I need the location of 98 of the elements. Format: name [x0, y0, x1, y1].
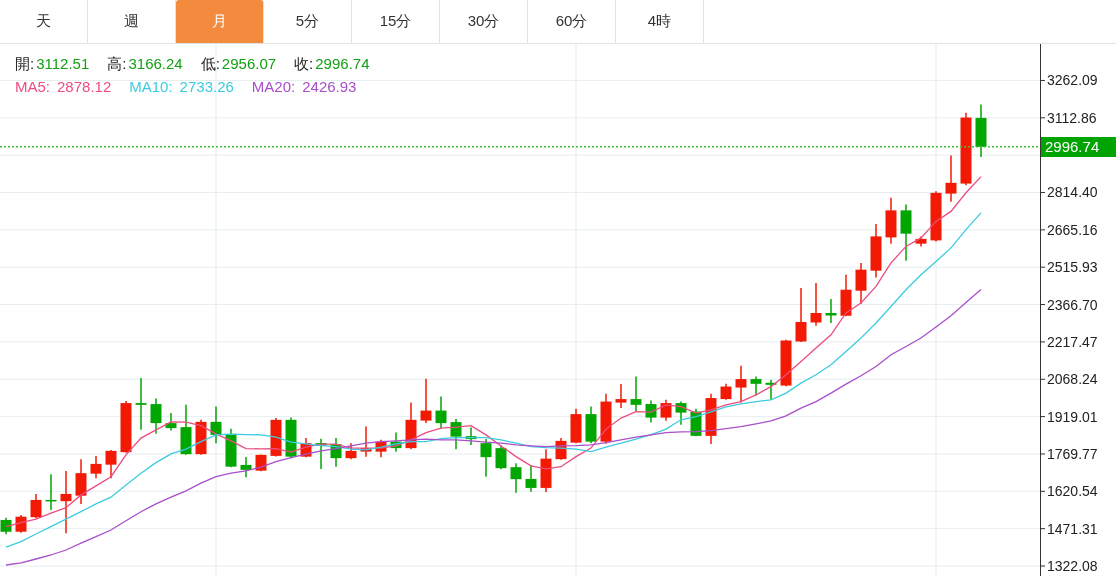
- candlestick: [720, 383, 732, 401]
- price-axis-label: 1322.08: [1047, 558, 1098, 574]
- candlestick: [60, 470, 72, 534]
- candlestick: [165, 412, 177, 432]
- ohlc-label: 收:: [294, 54, 314, 74]
- period-tab[interactable]: 60分: [528, 0, 616, 43]
- price-axis-label: 2814.40: [1047, 184, 1098, 201]
- price-axis-label: 2366.70: [1047, 296, 1098, 313]
- candlestick: [945, 154, 957, 203]
- candlestick: [555, 437, 567, 461]
- candlestick: [735, 365, 747, 404]
- candlestick: [975, 103, 987, 158]
- candlestick: [150, 397, 162, 435]
- candlestick: [30, 493, 42, 519]
- candlestick: [645, 399, 657, 424]
- candlestick: [120, 400, 132, 454]
- candlestick: [795, 287, 807, 343]
- candlestick: [570, 408, 582, 444]
- price-axis-label: 2068.24: [1047, 371, 1098, 388]
- candlestick: [780, 339, 792, 388]
- price-axis-label: 3112.86: [1047, 109, 1097, 126]
- candlestick: [630, 375, 642, 413]
- period-tab[interactable]: 天: [0, 0, 88, 43]
- candlestick: [840, 273, 852, 317]
- price-axis-label: 3262.09: [1047, 72, 1098, 89]
- moving-average-value: 2426.93: [302, 77, 357, 97]
- candlestick: [330, 437, 342, 468]
- period-tab[interactable]: 15分: [352, 0, 440, 43]
- moving-average-value: 2733.26: [179, 77, 234, 97]
- ohlc-label: 高:: [107, 54, 127, 74]
- candlestick: [855, 262, 867, 305]
- candlestick: [600, 393, 612, 445]
- moving-average-value: 2878.12: [57, 77, 112, 97]
- ohlc-value: 3112.51: [36, 54, 90, 74]
- price-axis-label: 1471.31: [1047, 520, 1098, 537]
- candlestick: [930, 190, 942, 243]
- price-axis-label: 2217.47: [1047, 333, 1098, 350]
- candlestick: [0, 516, 12, 535]
- candlestick: [900, 203, 912, 262]
- candlestick: [510, 462, 522, 494]
- candlestick: [435, 395, 447, 429]
- candlestick: [705, 393, 717, 445]
- price-axis-label: 1769.77: [1047, 445, 1098, 462]
- candlestick: [255, 453, 267, 472]
- moving-average-label: MA10:: [129, 77, 173, 97]
- candlestick: [240, 456, 252, 478]
- candlestick: [225, 428, 237, 468]
- ohlc-value: 2956.07: [221, 54, 277, 74]
- candlestick: [540, 448, 552, 493]
- period-tab[interactable]: 4時: [616, 0, 704, 43]
- candlestick: [285, 416, 297, 459]
- candlestick: [750, 375, 762, 397]
- moving-average-label: MA20:: [251, 77, 296, 97]
- price-axis-label: 1620.54: [1047, 483, 1098, 500]
- ohlc-value: 2996.74: [315, 54, 370, 74]
- candlestick: [105, 449, 117, 479]
- candlestick: [480, 438, 492, 478]
- candlestick: [420, 378, 432, 424]
- price-axis-label: 2665.16: [1047, 221, 1098, 238]
- candlestick: [45, 473, 57, 511]
- candlestick: [15, 514, 27, 534]
- price-axis-label: 2515.93: [1047, 259, 1098, 276]
- candlestick: [180, 404, 192, 456]
- candlestick: [210, 405, 222, 444]
- candlestick: [825, 298, 837, 324]
- candlestick: [690, 408, 702, 438]
- candlestick: [660, 399, 672, 422]
- candlestick: [195, 419, 207, 456]
- candlestick: [345, 442, 357, 460]
- candlestick: [375, 439, 387, 458]
- candlestick: [915, 235, 927, 248]
- candlestick: [300, 437, 312, 458]
- candlestick: [390, 431, 402, 453]
- candlestick: [450, 418, 462, 450]
- candlestick: [360, 425, 372, 458]
- candlestick: [885, 197, 897, 245]
- candlestick: [495, 444, 507, 470]
- candlestick: [675, 400, 687, 426]
- candlestick: [765, 379, 777, 401]
- candlestick: [525, 464, 537, 493]
- candlestick: [585, 405, 597, 444]
- period-tab[interactable]: 5分: [264, 0, 352, 43]
- candlestick: [270, 417, 282, 458]
- price-axis-label: 1919.01: [1047, 408, 1098, 425]
- ohlc-label: 開:: [15, 54, 35, 74]
- candlestick: [810, 282, 822, 327]
- candlestick: [90, 455, 102, 479]
- ohlc-value: 3166.24: [128, 54, 183, 74]
- candlestick: [135, 377, 147, 431]
- ohlc-label: 低:: [200, 54, 220, 74]
- candlestick: [615, 383, 627, 409]
- period-tab[interactable]: 30分: [440, 0, 528, 43]
- candlestick: [465, 426, 477, 446]
- candlestick: [75, 458, 87, 505]
- candlestick: [405, 401, 417, 450]
- moving-average-label: MA5:: [15, 77, 50, 97]
- candlestick: [870, 223, 882, 279]
- price-tag: 2996.74: [1041, 136, 1116, 157]
